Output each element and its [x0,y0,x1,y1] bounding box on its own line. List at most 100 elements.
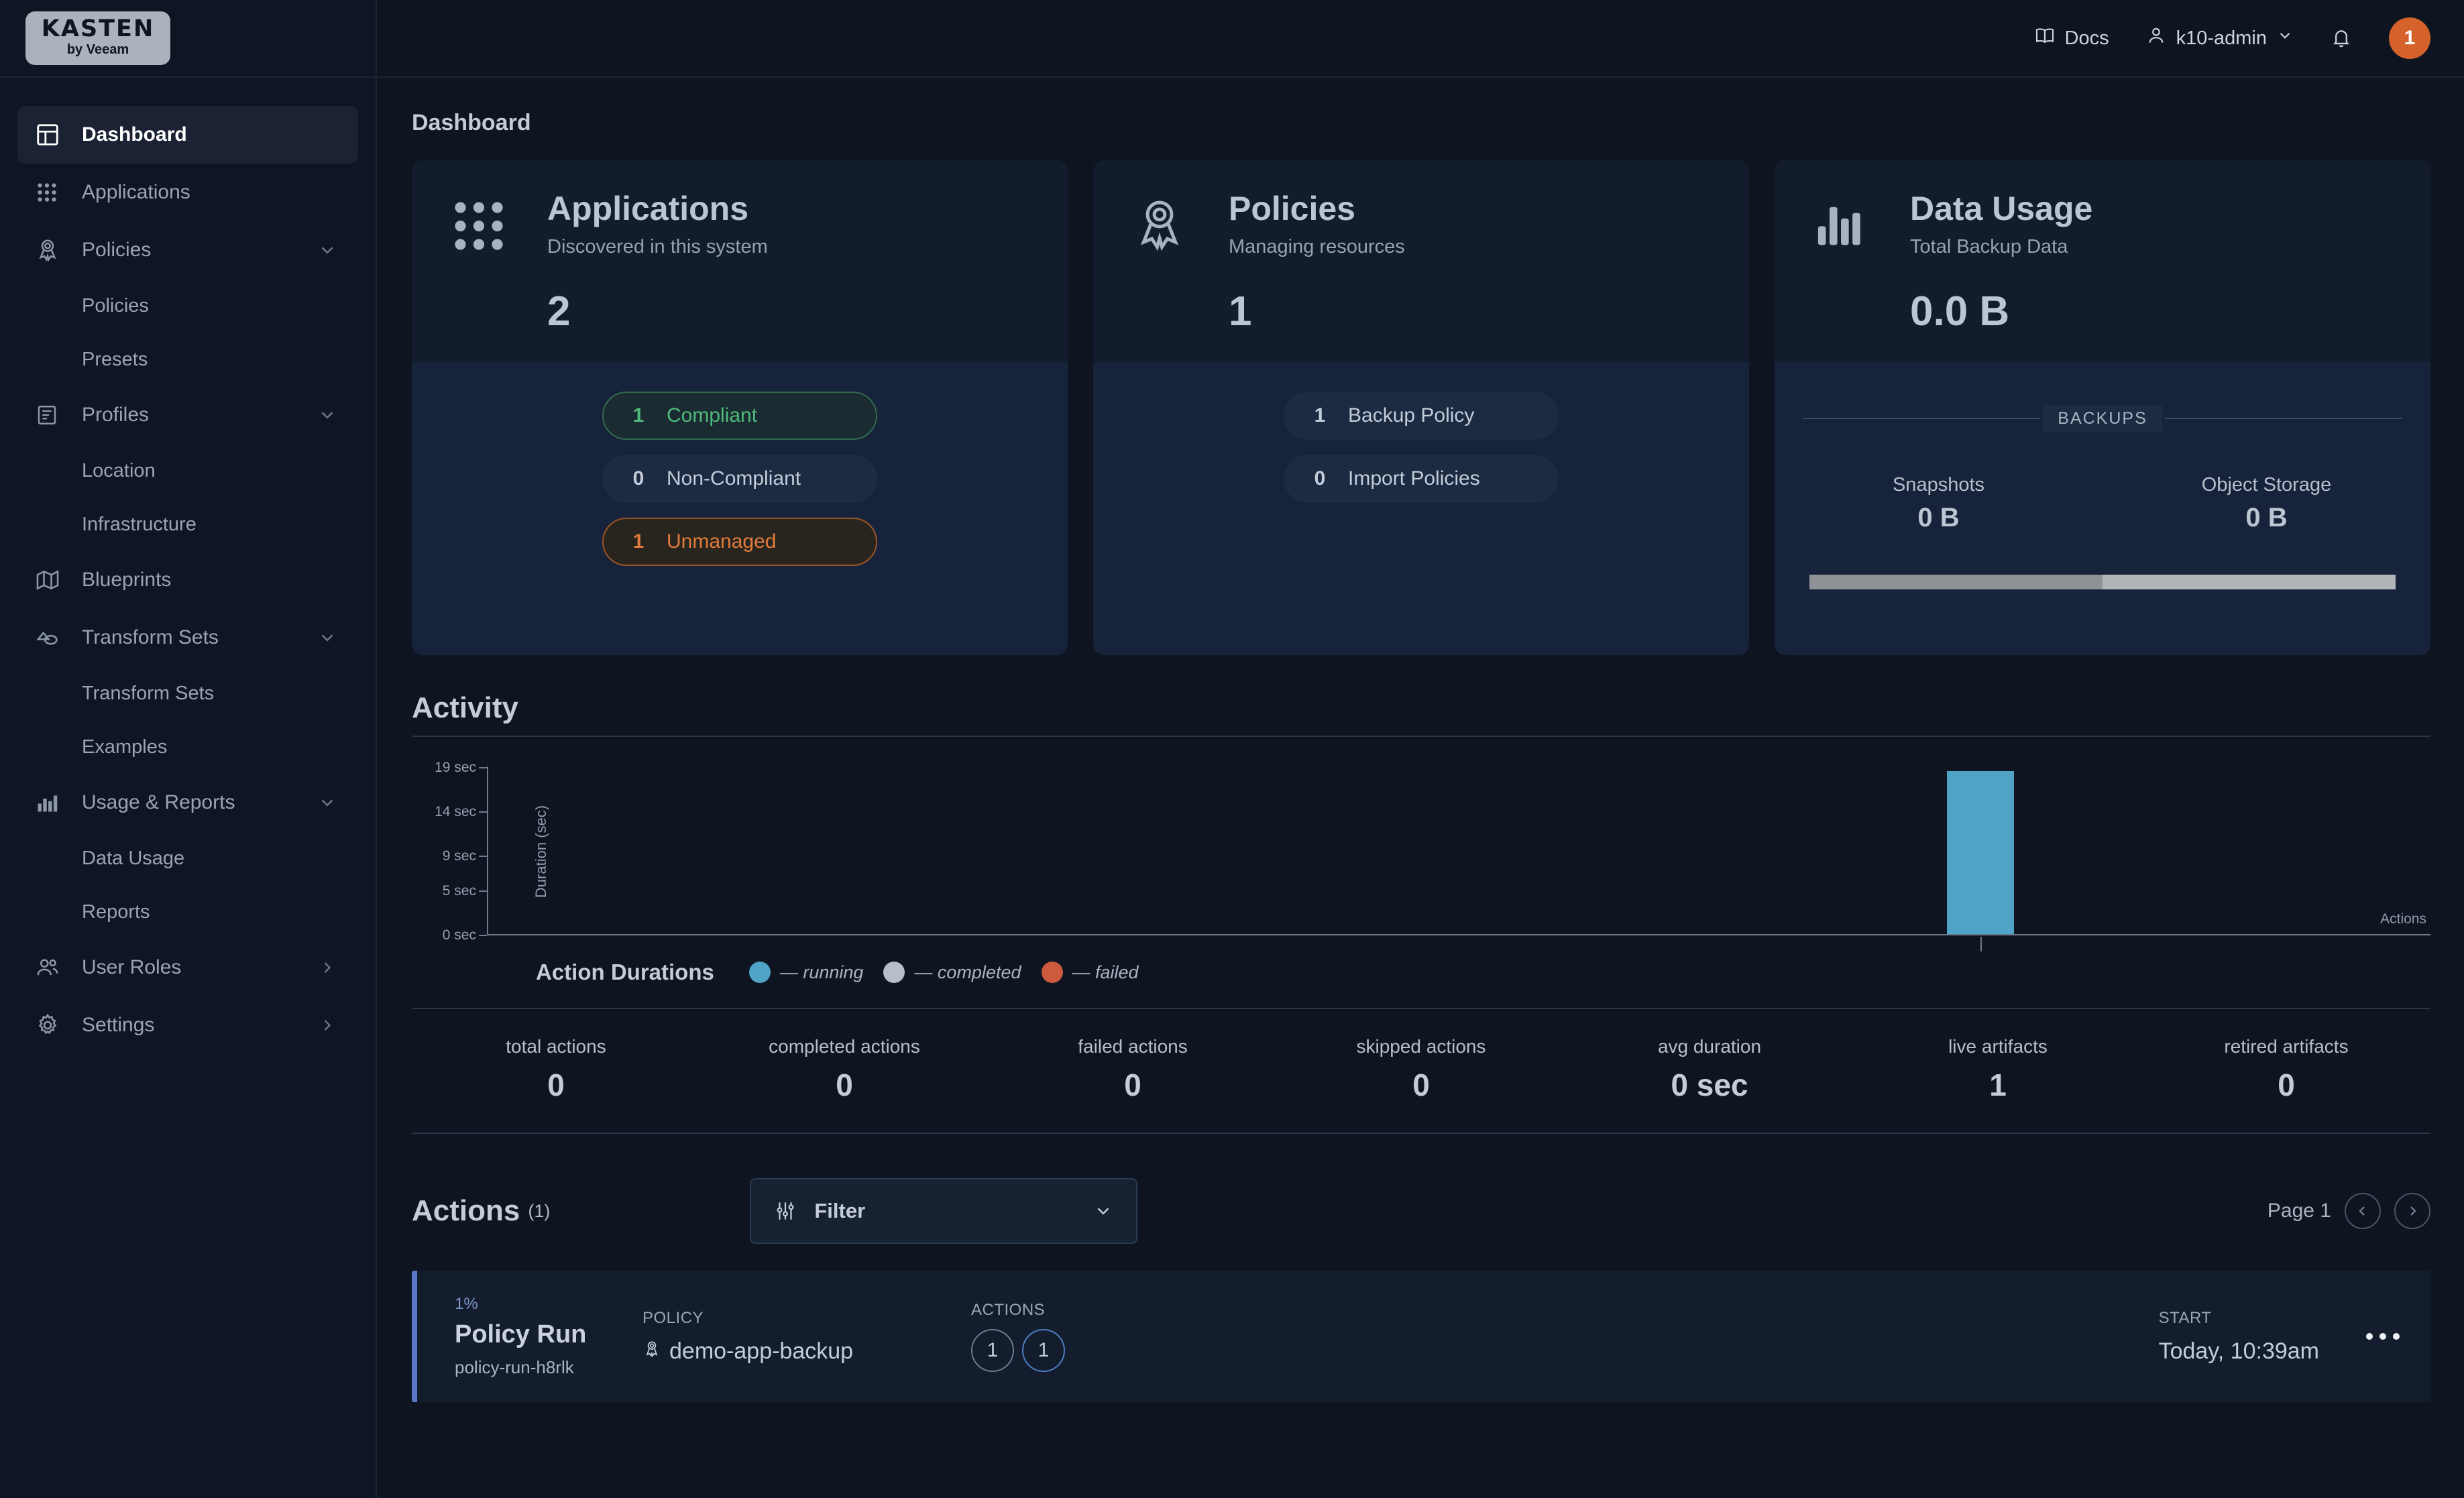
docs-link[interactable]: Docs [2034,25,2109,52]
prev-page-button[interactable] [2345,1193,2381,1229]
status-pill-non-compliant[interactable]: 0 Non-Compliant [602,454,877,503]
chevron-down-icon[interactable] [314,405,341,425]
sidebar-item-label: Usage & Reports [82,791,235,813]
sidebar-item-applications[interactable]: Applications [17,164,358,221]
status-pill-import-policies[interactable]: 0 Import Policies [1284,454,1559,503]
card-footer: 1 Compliant 0 Non-Compliant 1 Unmanaged [412,361,1068,655]
activity-stats-row: total actions 0 completed actions 0 fail… [412,1008,2430,1134]
progress-percent: 1% [455,1295,478,1313]
card-value: 1 [1229,288,1252,335]
actions-count: (1) [528,1200,551,1221]
card-subtitle: Discovered in this system [547,235,768,257]
book-icon [2034,25,2056,52]
backups-section-label: BACKUPS [2043,404,2162,433]
action-summary: 1% Policy Run policy-run-h8rlk [455,1295,642,1378]
metric-snapshots: Snapshots 0 B [1775,474,2103,533]
chevron-right-icon[interactable] [314,958,341,977]
row-overflow-menu-icon[interactable] [2366,1333,2400,1340]
page-title: Dashboard [412,110,531,135]
policy-value: demo-app-backup [669,1338,854,1364]
sidebar-item-label: Policies [82,239,152,261]
user-menu[interactable]: k10-admin [2145,25,2294,52]
data-usage-card[interactable]: Data Usage Total Backup Data 0.0 B BACKU… [1775,160,2430,655]
logo-tagline-text: by Veeam [66,42,129,57]
chevron-right-icon[interactable] [314,1016,341,1035]
status-pill-compliant[interactable]: 1 Compliant [602,391,877,440]
policies-card[interactable]: Policies Managing resources 1 1 Backup P… [1093,160,1749,655]
sidebar-item-policies[interactable]: Policies [17,221,358,279]
storage-usage-bar [1775,574,2430,589]
stat-completed-actions: completed actions 0 [700,1036,989,1103]
notification-count-badge[interactable]: 1 [2389,17,2430,59]
action-id: policy-run-h8rlk [455,1357,574,1377]
applications-card[interactable]: Applications Discovered in this system 2… [412,160,1068,655]
chart-horizontal-axis-line [487,934,2430,935]
sidebar-item-settings[interactable]: Settings [17,996,358,1054]
sidebar-item-label: Infrastructure [82,513,197,535]
y-tick-mark [479,890,487,892]
sidebar-item-dashboard[interactable]: Dashboard [17,106,358,164]
sidebar-item-profiles[interactable]: Profiles [17,386,358,444]
sidebar-item-examples[interactable]: Examples [17,720,358,774]
topbar: Docs k10-admin 1 [377,0,2464,78]
status-pill-unmanaged[interactable]: 1 Unmanaged [602,517,877,566]
status-pill-backup-policy[interactable]: 1 Backup Policy [1284,391,1559,440]
chart-bar-running[interactable] [1947,770,2015,934]
chevron-down-icon[interactable] [314,240,341,260]
map-icon [35,565,71,595]
action-name: Policy Run [455,1320,587,1348]
card-value: 2 [547,288,571,335]
actions-label: ACTIONS [971,1301,1046,1319]
table-row[interactable]: 1% Policy Run policy-run-h8rlk POLICY de… [412,1271,2430,1402]
metric-label: Object Storage [2201,473,2332,496]
stat-skipped-actions: skipped actions 0 [1277,1036,1565,1103]
stat-label: completed actions [769,1036,920,1057]
sidebar-item-transform-sets[interactable]: Transform Sets [17,609,358,667]
y-tick-label: 5 sec [442,883,476,899]
sidebar-nav: Dashboard Applications Policies Policies… [0,78,376,1054]
chart-y-axis: 19 sec 14 sec 9 sec 5 sec 0 sec [412,760,487,943]
pill-label: Non-Compliant [667,467,801,489]
sidebar-item-presets[interactable]: Presets [17,333,358,386]
metric-value: 0 B [2245,502,2288,532]
card-footer: BACKUPS Snapshots 0 B Object Storage 0 B [1775,361,2430,655]
gear-icon [35,1011,71,1040]
pill-count: 0 [1314,467,1326,489]
legend-dot [883,962,905,983]
sidebar-item-location[interactable]: Location [17,444,358,498]
chevron-down-icon[interactable] [314,628,341,648]
policy-value-wrap[interactable]: demo-app-backup [642,1338,971,1365]
stat-value: 0 [836,1068,853,1102]
sidebar-item-reports[interactable]: Reports [17,885,358,939]
sidebar-item-blueprints[interactable]: Blueprints [17,551,358,609]
user-icon [2145,25,2167,52]
ribbon-icon [1131,191,1205,335]
chevron-down-icon [1093,1201,1113,1221]
y-tick-label: 9 sec [442,848,476,864]
chevron-down-icon[interactable] [314,793,341,813]
logo-brand-text: KASTEN [41,15,155,42]
sidebar-item-label: Transform Sets [82,682,215,704]
sidebar-item-user-roles[interactable]: User Roles [17,939,358,996]
stat-value: 0 [1412,1068,1430,1102]
notifications-bell-icon[interactable] [2330,27,2353,50]
y-tick-mark [479,811,487,813]
filter-dropdown[interactable]: Filter [750,1178,1138,1244]
sidebar-item-data-usage[interactable]: Data Usage [17,831,358,885]
action-count-running[interactable]: 1 [1022,1329,1065,1372]
stat-label: retired artifacts [2224,1036,2349,1057]
action-count-total[interactable]: 1 [971,1329,1014,1372]
stat-label: live artifacts [1948,1036,2048,1057]
activity-section-title: Activity [412,691,2430,737]
action-count-badges: 1 1 [971,1329,1065,1372]
bar-chart-icon [1812,191,1886,335]
sidebar-item-usage-reports[interactable]: Usage & Reports [17,774,358,831]
next-page-button[interactable] [2394,1193,2430,1229]
sidebar-item-label: Blueprints [82,569,172,591]
sidebar-item-transform-sets-sub[interactable]: Transform Sets [17,667,358,720]
bar-segment-snapshots [1809,574,2103,589]
sidebar-item-policies-sub[interactable]: Policies [17,279,358,333]
users-icon [35,953,71,982]
kasten-logo[interactable]: KASTEN by Veeam [25,11,170,65]
sidebar-item-infrastructure[interactable]: Infrastructure [17,498,358,551]
